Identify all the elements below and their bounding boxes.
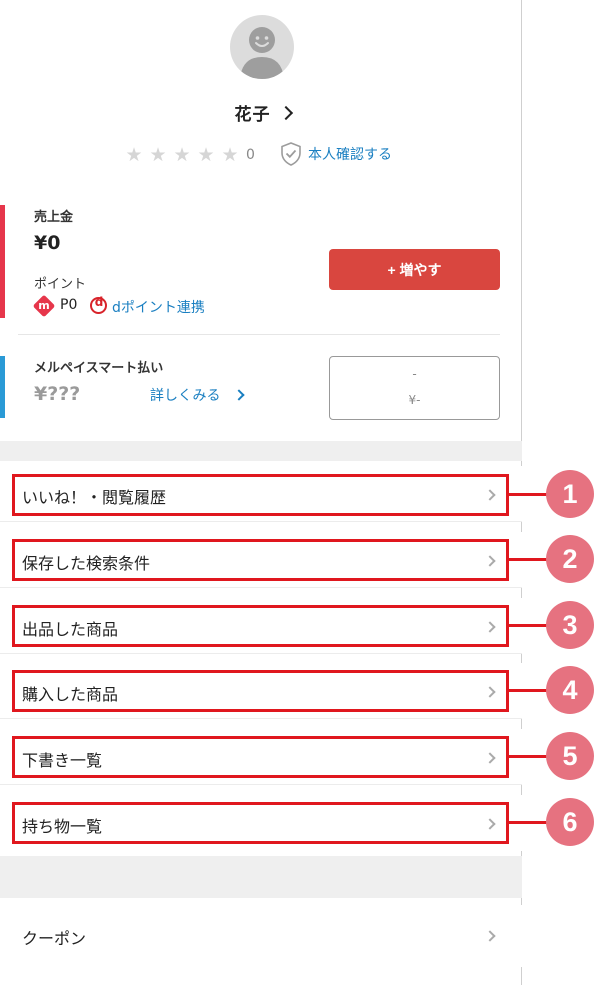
annotation-connector xyxy=(509,821,547,824)
section-gap xyxy=(0,856,522,898)
smartpay-details-link[interactable]: 詳しくみる xyxy=(150,385,245,405)
verify-label: 本人確認する xyxy=(308,147,392,163)
smartpay-box-line2: ¥- xyxy=(408,393,421,407)
smartpay-label: メルペイスマート払い xyxy=(34,361,164,376)
divider xyxy=(0,587,522,588)
annotation-connector xyxy=(509,755,547,758)
annotation-number: 2 xyxy=(546,535,594,583)
annotation-connector xyxy=(509,558,547,561)
sales-amount: ¥0 xyxy=(34,232,61,254)
points-value: P0 xyxy=(60,297,78,313)
user-name-link[interactable]: 花子 xyxy=(200,100,325,125)
annotation-number: 4 xyxy=(546,666,594,714)
sales-label: 売上金 xyxy=(34,210,74,225)
highlight-box xyxy=(12,736,509,778)
divider xyxy=(0,653,522,654)
star-icon: ★ xyxy=(173,144,191,166)
dpoint-link[interactable]: dポイント連携 xyxy=(112,297,205,317)
star-icon: ★ xyxy=(149,144,167,166)
annotation-connector xyxy=(509,493,547,496)
highlight-box xyxy=(12,474,509,516)
user-name: 花子 xyxy=(234,105,271,125)
highlight-box xyxy=(12,802,509,844)
highlight-box xyxy=(12,539,509,581)
chevron-right-icon xyxy=(484,930,496,942)
chevron-right-icon xyxy=(278,105,293,121)
rating-count: 0 xyxy=(246,147,255,163)
annotation-number: 6 xyxy=(546,798,594,846)
star-icon: ★ xyxy=(221,144,239,166)
divider xyxy=(0,718,522,719)
smartpay-accent-bar xyxy=(0,356,5,418)
annotation-number: 3 xyxy=(546,601,594,649)
avatar[interactable] xyxy=(230,15,294,79)
annotation-number: 5 xyxy=(546,732,594,780)
merpoint-icon-letter: m xyxy=(38,299,50,312)
shield-check-icon xyxy=(281,142,301,166)
smartpay-box[interactable]: - ¥- xyxy=(329,356,500,420)
menu-item-coupons[interactable]: クーポン xyxy=(0,905,522,967)
divider xyxy=(0,784,522,785)
star-icon: ★ xyxy=(197,144,215,166)
identity-verify-link[interactable]: 本人確認する xyxy=(279,141,392,167)
annotation-connector xyxy=(509,689,547,692)
points-label: ポイント xyxy=(34,277,87,292)
rating-stars: ★ ★ ★ ★ ★ 0 xyxy=(122,144,255,166)
section-gap xyxy=(0,441,522,461)
sales-accent-bar xyxy=(0,205,5,318)
user-avatar-icon xyxy=(240,27,284,79)
increase-button[interactable]: + 増やす xyxy=(329,249,500,290)
chevron-right-icon xyxy=(232,389,245,401)
menu-item-label: クーポン xyxy=(22,929,87,948)
annotation-connector xyxy=(509,624,547,627)
smartpay-amount: ¥??? xyxy=(34,383,81,405)
details-label: 詳しくみる xyxy=(150,388,221,404)
highlight-box xyxy=(12,605,509,647)
divider xyxy=(0,521,522,522)
divider xyxy=(18,334,500,335)
star-icon: ★ xyxy=(125,144,143,166)
highlight-box xyxy=(12,670,509,712)
dpoint-icon-letter: d xyxy=(94,295,104,309)
annotation-number: 1 xyxy=(546,470,594,518)
smartpay-box-line1: - xyxy=(412,367,417,381)
